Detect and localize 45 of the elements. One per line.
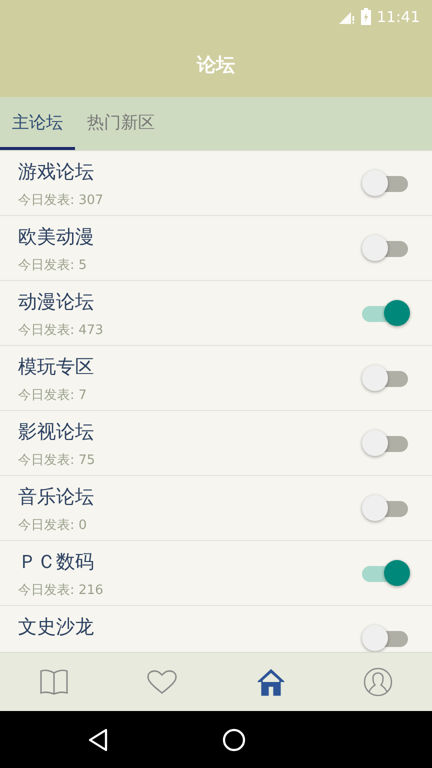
page-title: 论坛	[197, 53, 235, 78]
post-count: 今日发表: 0	[18, 517, 88, 534]
battery-icon	[360, 8, 371, 25]
toggle-switch[interactable]	[362, 299, 408, 327]
post-count: 今日发表: 307	[18, 192, 104, 209]
forum-name: 游戏论坛	[18, 160, 95, 185]
back-icon[interactable]	[86, 728, 108, 752]
nav-button[interactable]	[146, 669, 178, 695]
forum-row[interactable]: 模玩专区 今日发表: 7	[0, 346, 432, 411]
forum-name: 音乐论坛	[18, 485, 95, 510]
heart-icon	[146, 669, 178, 695]
toggle-switch[interactable]	[362, 429, 408, 457]
forum-name: 模玩专区	[18, 355, 95, 380]
nav-button[interactable]	[256, 667, 286, 697]
signal-icon	[338, 10, 355, 24]
tab[interactable]: 主论坛	[0, 97, 75, 150]
forum-row[interactable]: ＰＣ数码 今日发表: 216	[0, 541, 432, 606]
forum-row[interactable]: 音乐论坛 今日发表: 0	[0, 476, 432, 541]
forum-name: 动漫论坛	[18, 290, 95, 315]
book-icon	[38, 668, 69, 696]
toggle-switch[interactable]	[362, 624, 408, 652]
nav-button[interactable]	[363, 667, 394, 697]
toggle-switch[interactable]	[362, 169, 408, 197]
home-icon	[256, 667, 286, 697]
forum-row[interactable]: 影视论坛 今日发表: 75	[0, 411, 432, 476]
forum-name: 欧美动漫	[18, 225, 95, 250]
toggle-switch[interactable]	[362, 234, 408, 262]
forum-row[interactable]: 欧美动漫 今日发表: 5	[0, 216, 432, 281]
status-time: 11:41	[376, 8, 420, 26]
toggle-switch[interactable]	[362, 559, 408, 587]
post-count: 今日发表: 473	[18, 322, 104, 339]
toggle-switch[interactable]	[362, 364, 408, 392]
forum-name: ＰＣ数码	[18, 550, 95, 575]
post-count: 今日发表: 216	[18, 582, 104, 599]
post-count: 今日发表: 75	[18, 452, 96, 469]
toggle-switch[interactable]	[362, 494, 408, 522]
forum-row[interactable]: 游戏论坛 今日发表: 307	[0, 151, 432, 216]
nav-button[interactable]	[38, 668, 69, 696]
post-count: 今日发表: 5	[18, 257, 88, 274]
forum-name: 文史沙龙	[18, 615, 95, 640]
post-count: 今日发表: 7	[18, 387, 88, 404]
forum-row[interactable]: 动漫论坛 今日发表: 473	[0, 281, 432, 346]
profile-icon	[363, 667, 394, 697]
home-circle-icon[interactable]	[222, 728, 246, 752]
forum-name: 影视论坛	[18, 420, 95, 445]
